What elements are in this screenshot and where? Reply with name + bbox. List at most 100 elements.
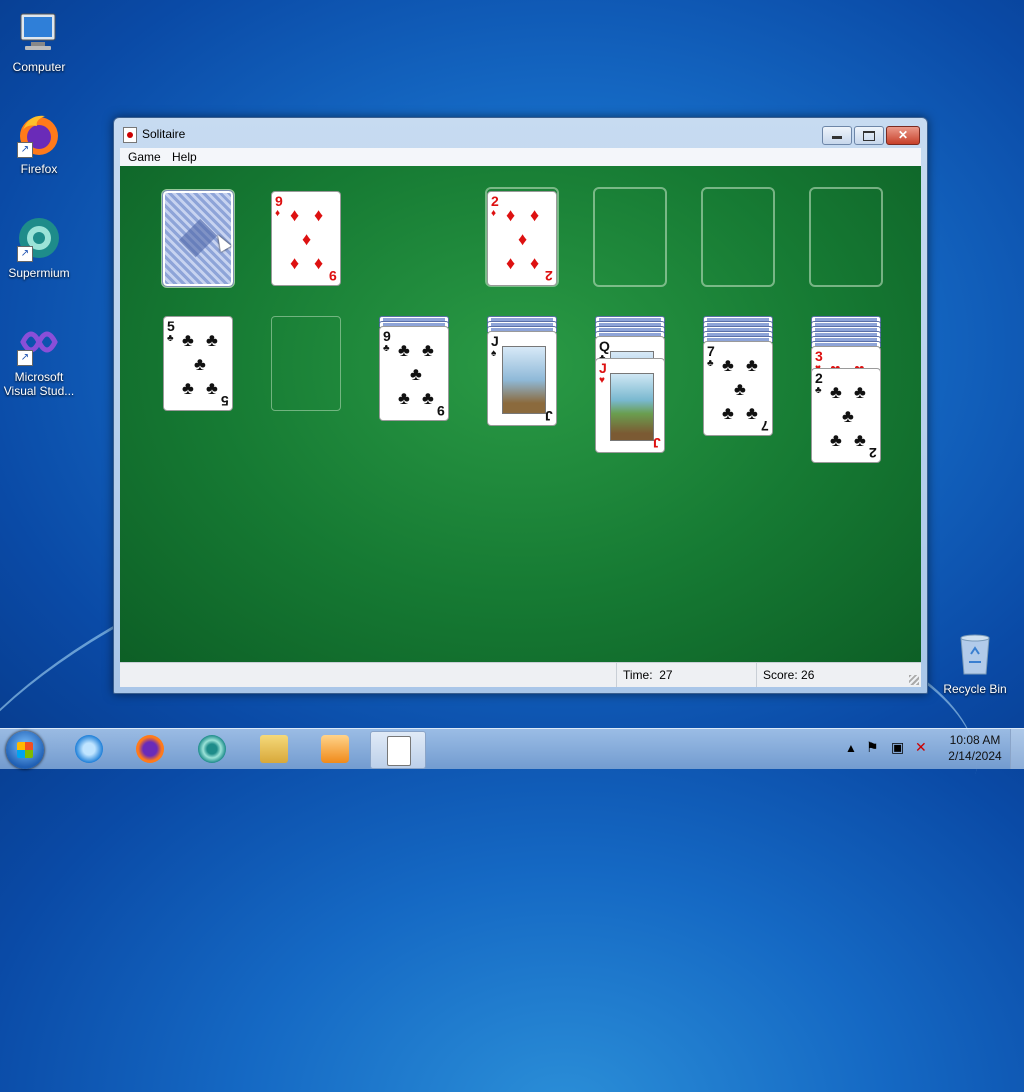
show-desktop-button[interactable] bbox=[1010, 729, 1024, 769]
card-rank: 5 bbox=[167, 318, 175, 334]
taskbar-supermium[interactable] bbox=[185, 731, 239, 767]
card-suit-icon: ♦ bbox=[275, 208, 281, 219]
taskbar-internet-explorer[interactable] bbox=[62, 731, 116, 767]
card-suit-icon: ♦ bbox=[518, 229, 528, 249]
file-explorer-icon bbox=[260, 735, 288, 763]
desktop-icon-visual-studio[interactable]: ↗ Microsoft Visual Stud... bbox=[1, 318, 77, 398]
card-rank: 9 bbox=[383, 328, 391, 344]
playing-card[interactable]: 7 ♣ 7 ♣ ♣ ♣ ♣ ♣ bbox=[703, 341, 773, 436]
foundation-slot-empty[interactable] bbox=[701, 187, 775, 287]
score-display: Score: 26 bbox=[756, 663, 913, 687]
card-suit-icon: ♦ bbox=[302, 229, 312, 249]
card-suit-icon: ♦ bbox=[530, 205, 540, 225]
card-rank: 9 bbox=[437, 403, 445, 419]
start-button[interactable] bbox=[6, 731, 44, 769]
card-suit-icon: ♣ bbox=[830, 382, 842, 402]
playing-card[interactable]: 5 ♣ 5 ♣ ♣ ♣ ♣ ♣ bbox=[163, 316, 233, 411]
desktop-icon-firefox[interactable]: ↗ Firefox bbox=[1, 110, 77, 176]
court-card-art bbox=[610, 373, 654, 441]
card-suit-icon: ♥ bbox=[599, 375, 605, 386]
card-suit-icon: ♣ bbox=[722, 403, 734, 423]
card-suit-icon: ♣ bbox=[707, 358, 714, 369]
playing-card[interactable]: 2 ♣ 2 ♣ ♣ ♣ ♣ ♣ bbox=[811, 368, 881, 463]
clock-time: 10:08 AM bbox=[949, 733, 1001, 747]
foundation-slot-empty[interactable] bbox=[593, 187, 667, 287]
menu-help[interactable]: Help bbox=[172, 150, 197, 164]
taskbar-file-explorer[interactable] bbox=[247, 731, 301, 767]
card-rank: 7 bbox=[707, 343, 715, 359]
card-suit-icon: ♣ bbox=[167, 333, 174, 344]
card-suit-icon: ♣ bbox=[398, 340, 410, 360]
playing-card[interactable]: J ♠ J bbox=[487, 331, 557, 426]
card-suit-icon: ♣ bbox=[410, 364, 422, 384]
solitaire-window[interactable]: Solitaire Game Help 9♦9♦♦♦♦♦2♦2♦♦♦♦♦5♣5♣… bbox=[113, 117, 928, 694]
card-rank: J bbox=[491, 333, 499, 349]
card-suit-icon: ♣ bbox=[830, 430, 842, 450]
desktop-icon-supermium[interactable]: ↗ Supermium bbox=[1, 214, 77, 280]
taskbar-firefox[interactable] bbox=[123, 731, 177, 767]
action-center-flag-icon[interactable]: ⚑ bbox=[866, 739, 879, 779]
card-suit-icon: ♣ bbox=[722, 355, 734, 375]
window-title: Solitaire bbox=[142, 127, 186, 141]
playing-card[interactable]: J ♥ J bbox=[595, 358, 665, 453]
card-suit-icon: ♦ bbox=[530, 253, 540, 273]
supermium-icon: ↗ bbox=[15, 214, 63, 262]
minimize-button[interactable] bbox=[822, 126, 852, 145]
firefox-icon: ↗ bbox=[15, 110, 63, 158]
taskbar-solitaire[interactable] bbox=[370, 731, 426, 769]
playing-card[interactable]: 9 ♦ 9 ♦ ♦ ♦ ♦ ♦ bbox=[271, 191, 341, 286]
card-rank: 2 bbox=[491, 193, 499, 209]
card-suit-icon: ♣ bbox=[746, 403, 758, 423]
card-suit-icon: ♣ bbox=[854, 382, 866, 402]
card-rank: 2 bbox=[545, 268, 553, 284]
playing-card[interactable]: 9 ♣ 9 ♣ ♣ ♣ ♣ ♣ bbox=[379, 326, 449, 421]
tableau-slot-empty[interactable] bbox=[271, 316, 341, 411]
card-rank: Q bbox=[599, 338, 610, 354]
card-rank: 7 bbox=[761, 418, 769, 434]
card-suit-icon: ♣ bbox=[182, 330, 194, 350]
recycle-bin-icon bbox=[951, 630, 999, 678]
volume-muted-icon[interactable]: ✕ bbox=[915, 739, 927, 779]
card-suit-icon: ♦ bbox=[506, 253, 516, 273]
playing-card[interactable]: 2 ♦ 2 ♦ ♦ ♦ ♦ ♦ bbox=[487, 191, 557, 286]
card-suit-icon: ♣ bbox=[194, 354, 206, 374]
shortcut-arrow-icon: ↗ bbox=[17, 246, 33, 262]
card-suit-icon: ♣ bbox=[422, 340, 434, 360]
card-suit-icon: ♣ bbox=[398, 388, 410, 408]
card-suit-icon: ♣ bbox=[842, 406, 854, 426]
supermium-icon bbox=[198, 735, 226, 763]
title-bar[interactable]: Solitaire bbox=[114, 118, 927, 148]
card-suit-icon: ♦ bbox=[290, 205, 300, 225]
visual-studio-icon: ↗ bbox=[15, 318, 63, 366]
card-suit-icon: ♣ bbox=[854, 430, 866, 450]
solitaire-app-icon bbox=[123, 127, 137, 143]
maximize-button[interactable] bbox=[854, 126, 884, 145]
time-display: Time: 27 bbox=[616, 663, 757, 687]
card-suit-icon: ♣ bbox=[383, 343, 390, 354]
card-suit-icon: ♣ bbox=[422, 388, 434, 408]
desktop-icon-recycle-bin[interactable]: Recycle Bin bbox=[937, 630, 1013, 696]
card-suit-icon: ♦ bbox=[506, 205, 516, 225]
card-rank: 5 bbox=[221, 393, 229, 409]
computer-icon bbox=[15, 8, 63, 56]
game-board: 9♦9♦♦♦♦♦2♦2♦♦♦♦♦5♣5♣♣♣♣♣9♣9♣♣♣♣♣J♠JQ♣QJ♥… bbox=[120, 166, 921, 662]
network-icon[interactable]: ▣ bbox=[891, 739, 904, 779]
status-bar: Time: 27 Score: 26 bbox=[120, 662, 921, 687]
taskbar-media-player[interactable] bbox=[308, 731, 362, 767]
card-suit-icon: ♣ bbox=[206, 378, 218, 398]
internet-explorer-icon bbox=[75, 735, 103, 763]
card-rank: J bbox=[545, 408, 553, 424]
card-suit-icon: ♣ bbox=[182, 378, 194, 398]
menu-game[interactable]: Game bbox=[128, 150, 161, 164]
close-button[interactable] bbox=[886, 126, 920, 145]
taskbar: ▲ ⚑ ▣ ✕ 10:08 AM 2/14/2024 bbox=[0, 728, 1024, 769]
resize-grip[interactable] bbox=[909, 675, 919, 685]
show-hidden-icons-button[interactable]: ▲ bbox=[845, 741, 857, 781]
desktop-icon-computer[interactable]: Computer bbox=[1, 8, 77, 74]
card-suit-icon: ♦ bbox=[491, 208, 497, 219]
menu-bar: Game Help bbox=[120, 148, 921, 166]
system-clock[interactable]: 10:08 AM 2/14/2024 bbox=[935, 732, 1015, 764]
foundation-slot-empty[interactable] bbox=[809, 187, 883, 287]
card-suit-icon: ♣ bbox=[815, 385, 822, 396]
card-suit-icon: ♣ bbox=[206, 330, 218, 350]
